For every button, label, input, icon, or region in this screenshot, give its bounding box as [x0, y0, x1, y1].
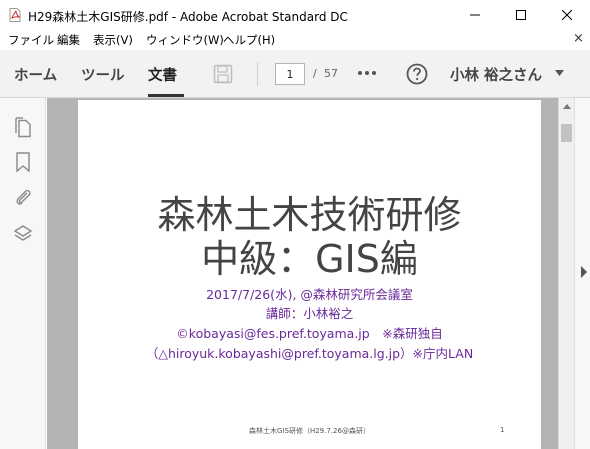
expand-right-pane-icon[interactable] — [580, 266, 588, 278]
save-icon[interactable] — [213, 63, 233, 85]
slide-footer: 森林土木GIS研修（H29.7.26@森研） — [249, 427, 370, 435]
page-number-input[interactable] — [275, 63, 305, 85]
page-thumbnails-icon[interactable] — [13, 116, 33, 138]
chevron-down-icon[interactable] — [555, 70, 564, 76]
pdf-file-icon — [9, 8, 21, 22]
menu-view[interactable]: 表示(V) — [93, 32, 133, 48]
close-icon — [562, 10, 572, 20]
bookmark-icon[interactable] — [13, 151, 33, 173]
page-separator: / — [313, 67, 317, 80]
scroll-up-button[interactable] — [559, 98, 574, 114]
tab-tools[interactable]: ツール — [81, 64, 125, 85]
page-total: 57 — [324, 67, 338, 80]
title-bar: H29森林土木GIS研修.pdf - Adobe Acrobat Standar… — [0, 0, 590, 30]
minimize-button[interactable] — [452, 0, 498, 30]
scrollbar-thumb[interactable] — [561, 124, 572, 142]
window-title: H29森林土木GIS研修.pdf - Adobe Acrobat Standar… — [28, 10, 348, 24]
slide-title-line2: 中級：GIS編 — [201, 237, 418, 281]
active-tab-indicator — [148, 94, 184, 97]
maximize-button[interactable] — [498, 0, 544, 30]
left-navigation-pane — [0, 98, 46, 449]
help-icon[interactable] — [406, 63, 428, 85]
pdf-page: 森林土木技術研修 中級：GIS編 2017/7/26(水), @森林研究所会議室… — [78, 100, 541, 449]
menu-help[interactable]: ヘルプ(H) — [223, 32, 275, 48]
vertical-scrollbar[interactable] — [558, 98, 574, 449]
maximize-icon — [516, 10, 526, 20]
more-options-icon[interactable] — [356, 66, 378, 80]
slide-page-number: 1 — [500, 426, 505, 434]
slide-email-primary: ©kobayasi@fes.pref.toyama.jp ※森研独自 — [176, 326, 443, 341]
slide-lecturer: 講師：小林裕之 — [265, 306, 354, 321]
layers-icon[interactable] — [13, 223, 33, 245]
slide-email-secondary: （△hiroyuk.kobayashi@pref.toyama.lg.jp）※庁… — [145, 346, 474, 361]
slide-date-location: 2017/7/26(水), @森林研究所会議室 — [206, 287, 413, 302]
menu-bar: ファイル 編集 表示(V) ウィンドウ(W) ヘルプ(H) × — [0, 30, 590, 50]
tab-document[interactable]: 文書 — [148, 64, 177, 85]
tab-home[interactable]: ホーム — [14, 64, 57, 85]
menu-window[interactable]: ウィンドウ(W) — [146, 32, 224, 48]
document-close-icon[interactable]: × — [573, 31, 584, 46]
document-viewport: 森林土木技術研修 中級：GIS編 2017/7/26(水), @森林研究所会議室… — [47, 98, 573, 449]
minimize-icon — [470, 14, 480, 16]
close-button[interactable] — [544, 0, 590, 30]
main-toolbar: ホーム ツール 文書 / 57 小林 裕之さん — [0, 50, 590, 98]
user-account-name[interactable]: 小林 裕之さん — [450, 64, 542, 85]
menu-file[interactable]: ファイル — [8, 32, 54, 48]
chevron-up-icon — [562, 103, 571, 109]
toolbar-divider — [257, 62, 258, 86]
attachment-icon[interactable] — [13, 187, 33, 209]
menu-edit[interactable]: 編集 — [57, 32, 80, 48]
